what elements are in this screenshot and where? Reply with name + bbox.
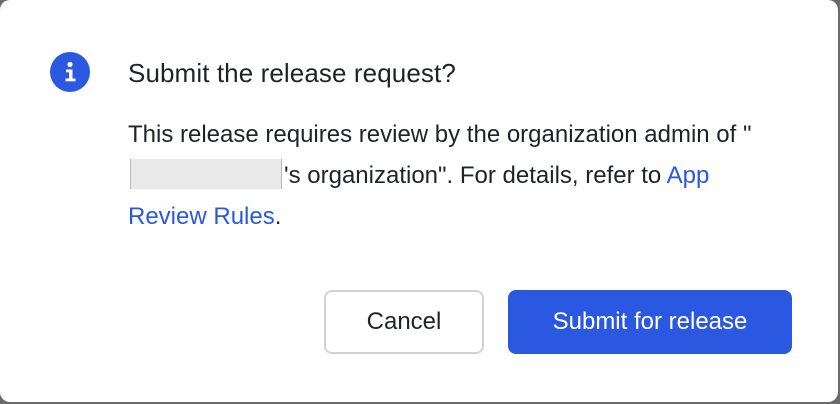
submit-for-release-button[interactable]: Submit for release <box>508 290 792 354</box>
message-text-end: . <box>274 203 282 230</box>
message-text-start: This release requires review by the orga… <box>128 121 752 148</box>
dialog-message: This release requires review by the orga… <box>128 114 788 237</box>
dialog-title: Submit the release request? <box>128 58 456 88</box>
redacted-name <box>130 159 282 189</box>
message-text-middle: 's organization". For details, refer to <box>284 162 667 189</box>
cancel-button[interactable]: Cancel <box>324 290 484 354</box>
release-request-dialog: Submit the release request? This release… <box>0 0 838 402</box>
info-icon <box>50 52 90 92</box>
